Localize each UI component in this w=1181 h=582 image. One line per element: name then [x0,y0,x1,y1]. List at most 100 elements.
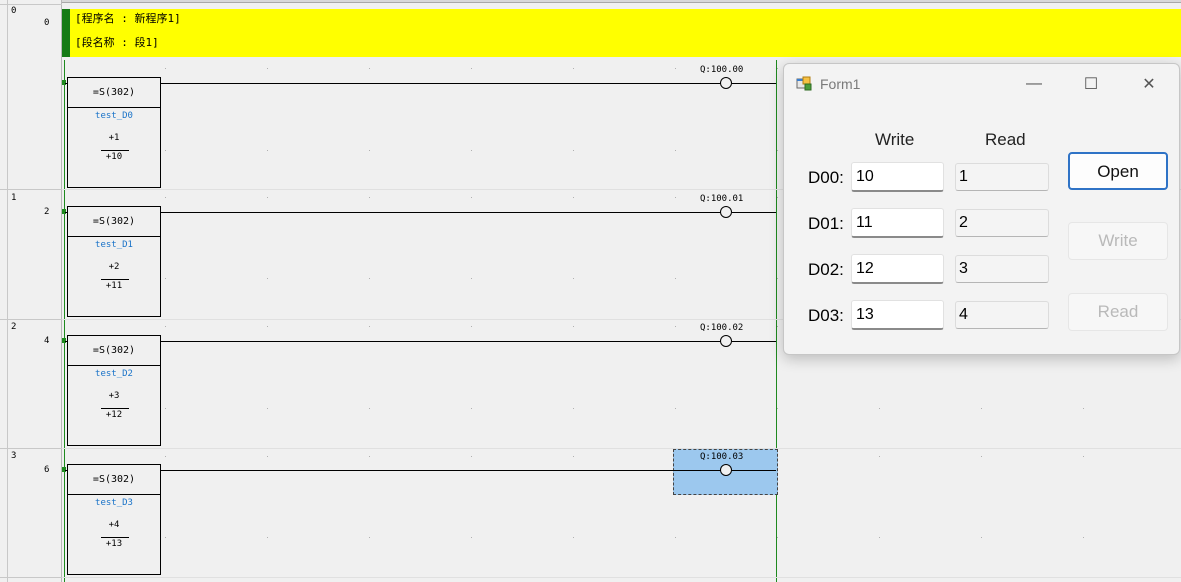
read-field-d00[interactable]: 1 [955,163,1049,191]
grid-dot [675,68,676,69]
rung-index[interactable]: 0 [11,6,16,16]
output-address: Q:100.00 [700,65,744,75]
compare-instruction-block[interactable]: =S(302) test_D2 +3 +12 [67,335,161,446]
grid-dot [369,68,370,69]
write-input-d01[interactable]: 11 [851,208,944,238]
rung-divider [62,448,1181,449]
instruction-symbol: test_D1 [95,240,133,250]
grid-dot [981,456,982,457]
program-header[interactable]: [程序名 : 新程序1] [段名称 : 段1] [62,9,1181,57]
output-coil[interactable] [720,335,732,347]
minimize-button[interactable]: — [1014,72,1054,96]
grid-dot [981,408,982,409]
maximize-button[interactable]: ☐ [1071,72,1111,96]
grid-dot [675,278,676,279]
read-field-d01[interactable]: 2 [955,209,1049,237]
instruction-name: =S(302) [68,78,160,108]
output-address: Q:100.03 [700,452,744,462]
rung-index[interactable]: 3 [11,451,16,461]
grid-dot [675,537,676,538]
write-input-d00[interactable]: 10 [851,162,944,192]
write-button[interactable]: Write [1068,222,1168,260]
rung-wire [161,470,721,471]
grid-dot [675,150,676,151]
rung-separator [0,577,62,578]
program-name: [程序名 : 新程序1] [75,12,181,25]
grid-dot [369,408,370,409]
grid-dot [471,278,472,279]
grid-dot [471,68,472,69]
grid-dot [777,408,778,409]
output-coil[interactable] [720,464,732,476]
grid-dot [573,197,574,198]
instruction-name: =S(302) [68,207,160,237]
operand-separator [101,408,129,409]
left-power-rail [64,60,65,582]
rung-wire [161,212,721,213]
grid-dot [1083,456,1084,457]
grid-dot [165,150,166,151]
instruction-name: =S(302) [68,465,160,495]
grid-dot [267,150,268,151]
maximize-icon: ☐ [1083,76,1099,93]
grid-dot [165,68,166,69]
rung-index[interactable]: 2 [11,322,16,332]
register-label-d01: D01: [808,214,844,233]
open-button[interactable]: Open [1068,152,1168,190]
register-label-d03: D03: [808,306,844,325]
grid-dot [675,408,676,409]
rung-wire [161,341,721,342]
rung-separator [0,189,62,190]
form1-window[interactable]: Form1 — ☐ ✕ Write Read D00: 10 1 D01: 11… [783,63,1180,355]
grid-dot [1083,408,1084,409]
operand-1: +1 [108,133,120,143]
app-form-icon [796,76,812,91]
read-column-header: Read [985,130,1026,149]
rung-wire [732,470,776,471]
operand-2: +13 [105,539,123,549]
rung-wire [732,83,776,84]
grid-dot [267,197,268,198]
grid-dot [267,326,268,327]
rung-separator [0,4,62,5]
instruction-name: =S(302) [68,336,160,366]
operand-1: +2 [108,262,120,272]
section-name: [段名称 : 段1] [75,36,159,49]
rung-line-number: 0 [44,18,50,28]
grid-dot [267,408,268,409]
output-coil[interactable] [720,77,732,89]
write-input-d02[interactable]: 12 [851,254,944,284]
grid-dot [165,456,166,457]
read-button[interactable]: Read [1068,293,1168,331]
grid-dot [165,537,166,538]
grid-dot [471,197,472,198]
rung-index[interactable]: 1 [11,193,16,203]
compare-instruction-block[interactable]: =S(302) test_D1 +2 +11 [67,206,161,317]
compare-instruction-block[interactable]: =S(302) test_D3 +4 +13 [67,464,161,575]
read-field-d02[interactable]: 3 [955,255,1049,283]
write-input-d03[interactable]: 13 [851,300,944,330]
minimize-icon: — [1026,75,1042,92]
output-coil[interactable] [720,206,732,218]
grid-dot [267,537,268,538]
grid-dot [777,68,778,69]
instruction-symbol: test_D0 [95,111,133,121]
rung-gutter [0,0,62,582]
operand-separator [101,537,129,538]
rung-separator [0,448,62,449]
grid-dot [981,537,982,538]
operand-2: +12 [105,410,123,420]
operand-2: +11 [105,281,123,291]
grid-dot [777,150,778,151]
register-label-d00: D00: [808,168,844,187]
grid-dot [165,326,166,327]
right-power-rail [776,60,777,582]
title-bar[interactable]: Form1 — ☐ ✕ [784,64,1179,104]
read-field-d03[interactable]: 4 [955,301,1049,329]
grid-dot [573,150,574,151]
header-marker [62,9,70,57]
rung-line-number: 6 [44,465,50,475]
close-button[interactable]: ✕ [1129,72,1169,96]
compare-instruction-block[interactable]: =S(302) test_D0 +1 +10 [67,77,161,188]
grid-dot [879,537,880,538]
